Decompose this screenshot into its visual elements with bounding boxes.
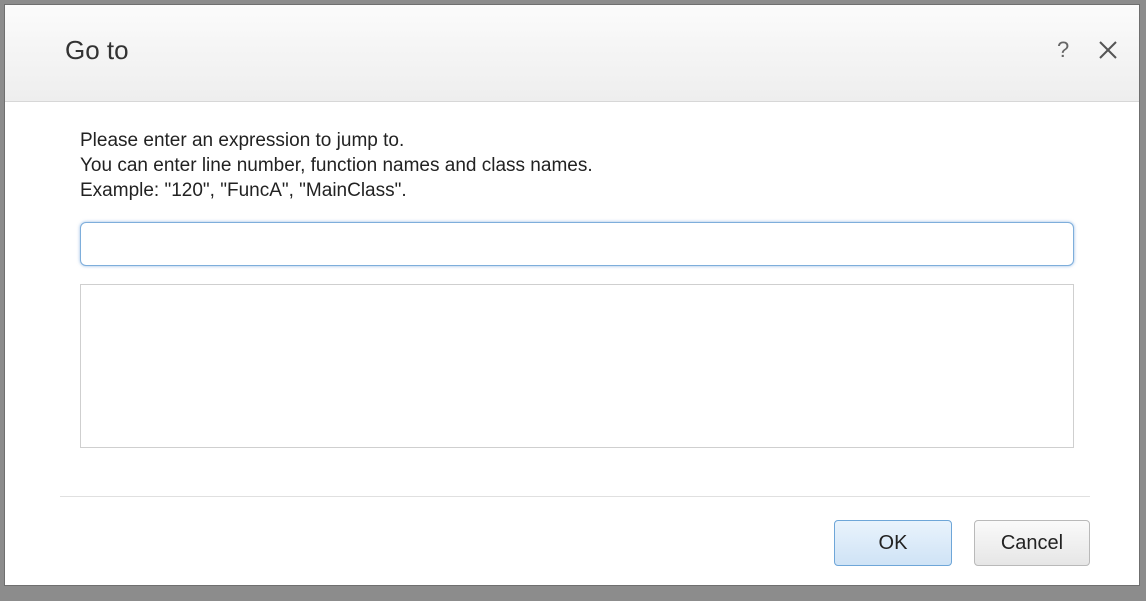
ok-button[interactable]: OK xyxy=(834,520,952,566)
instruction-line: You can enter line number, function name… xyxy=(80,155,593,176)
help-icon[interactable]: ? xyxy=(1057,39,1069,61)
dialog-title: Go to xyxy=(65,35,129,65)
close-x-glyph xyxy=(1099,41,1117,59)
close-icon[interactable] xyxy=(1097,39,1119,61)
footer-divider xyxy=(60,496,1090,497)
results-list[interactable] xyxy=(80,284,1074,448)
dialog-titlebar: Go to ? xyxy=(5,5,1139,102)
cancel-button[interactable]: Cancel xyxy=(974,520,1090,566)
instruction-line: Please enter an expression to jump to. xyxy=(80,130,405,151)
expression-input[interactable] xyxy=(80,222,1074,266)
instructions-text: Please enter an expression to jump to. Y… xyxy=(80,128,593,203)
instruction-line: Example: "120", "FuncA", "MainClass". xyxy=(80,180,407,201)
